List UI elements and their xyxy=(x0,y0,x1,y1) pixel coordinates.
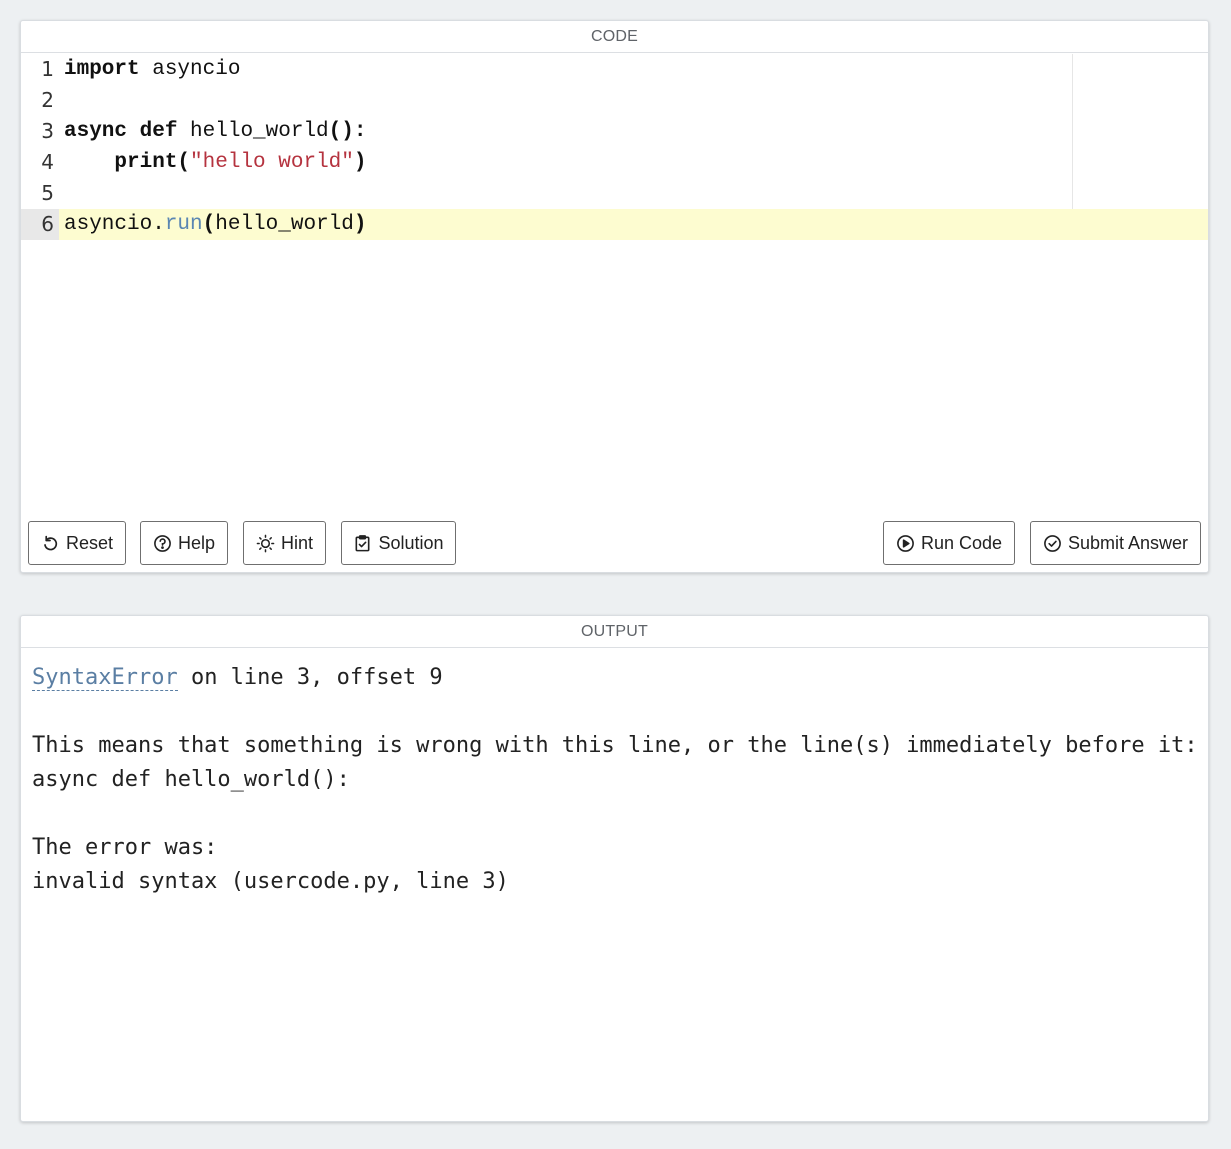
code-text[interactable]: async def hello_world(): xyxy=(64,116,366,147)
code-keyword: ) xyxy=(353,151,367,174)
hint-button[interactable]: Hint xyxy=(243,521,326,565)
output-panel: OUTPUT SyntaxError on line 3, offset 9 Th… xyxy=(20,615,1209,1122)
code-line[interactable]: 6 asyncio.run(hello_world) xyxy=(21,209,1208,240)
output-console: SyntaxError on line 3, offset 9 This mean… xyxy=(21,649,1208,1121)
code-line[interactable]: 4 print("hello world") xyxy=(21,147,1208,178)
output-panel-title: OUTPUT xyxy=(21,616,1208,648)
offending-line: async def hello_world(): xyxy=(32,767,350,792)
code-line[interactable]: 3 async def hello_world(): xyxy=(21,116,1208,147)
code-text[interactable]: asyncio.run(hello_world) xyxy=(64,209,366,240)
code-editor[interactable]: 1 import asyncio 2 3 async def hello_world()… xyxy=(21,54,1208,504)
error-message: invalid syntax (usercode.py, line 3) xyxy=(32,869,509,894)
lightbulb-sun-icon xyxy=(256,534,275,552)
code-panel-title: CODE xyxy=(21,21,1208,53)
code-token: asyncio xyxy=(139,58,241,81)
line-number: 3 xyxy=(41,119,54,143)
code-token: asyncio. xyxy=(64,213,165,236)
code-line[interactable]: 2 xyxy=(21,85,1208,116)
submit-answer-button[interactable]: Submit Answer xyxy=(1030,521,1201,565)
reset-icon xyxy=(44,535,58,550)
code-text[interactable]: print("hello world") xyxy=(64,147,366,178)
solution-label: Solution xyxy=(378,532,444,553)
help-button[interactable]: Help xyxy=(140,521,228,565)
code-keyword: ) xyxy=(353,213,367,236)
reset-label: Reset xyxy=(65,532,114,553)
run-code-label: Run Code xyxy=(920,532,1003,553)
line-number: 2 xyxy=(41,88,54,112)
error-name-link[interactable]: SyntaxError xyxy=(32,665,178,691)
error-was-label: The error was: xyxy=(32,835,218,860)
code-line[interactable]: 5 xyxy=(21,178,1208,209)
code-string: "hello world" xyxy=(190,151,354,174)
error-location: on line 3, offset 9 xyxy=(177,665,443,690)
code-keyword: def xyxy=(139,120,178,143)
check-circle-icon xyxy=(1044,534,1061,552)
line-number: 1 xyxy=(41,57,54,81)
code-line[interactable]: 1 import asyncio xyxy=(21,54,1208,85)
clipboard-check-icon xyxy=(355,534,370,551)
line-number: 6 xyxy=(21,209,59,240)
code-keyword: async xyxy=(64,120,128,143)
code-attribute: run xyxy=(164,213,203,236)
code-keyword: import xyxy=(64,58,140,81)
submit-answer-label: Submit Answer xyxy=(1067,532,1189,553)
editor-toolbar: Reset Help Hint Solution Run Code Submit… xyxy=(21,521,1208,567)
line-number: 4 xyxy=(41,150,54,174)
code-panel: CODE 1 import asyncio 2 3 async def hello_wo… xyxy=(20,20,1209,573)
error-summary-line: SyntaxError on line 3, offset 9 xyxy=(32,661,1198,695)
solution-button[interactable]: Solution xyxy=(341,521,456,565)
code-keyword: ( xyxy=(202,213,216,236)
code-keyword: (): xyxy=(328,120,367,143)
help-label: Help xyxy=(177,532,216,553)
line-number: 5 xyxy=(41,181,54,205)
code-text[interactable]: import asyncio xyxy=(64,54,240,85)
run-code-button[interactable]: Run Code xyxy=(883,521,1015,565)
code-keyword: print( xyxy=(114,151,191,174)
error-explanation: This means that something is wrong with … xyxy=(32,733,1198,758)
code-token: hello_world xyxy=(215,213,354,236)
hint-label: Hint xyxy=(280,532,313,553)
question-circle-icon xyxy=(154,534,171,552)
editor-overview-ruler xyxy=(1072,54,1073,209)
reset-button[interactable]: Reset xyxy=(28,521,126,565)
code-token: hello_world xyxy=(177,120,329,143)
play-circle-icon xyxy=(897,534,914,552)
